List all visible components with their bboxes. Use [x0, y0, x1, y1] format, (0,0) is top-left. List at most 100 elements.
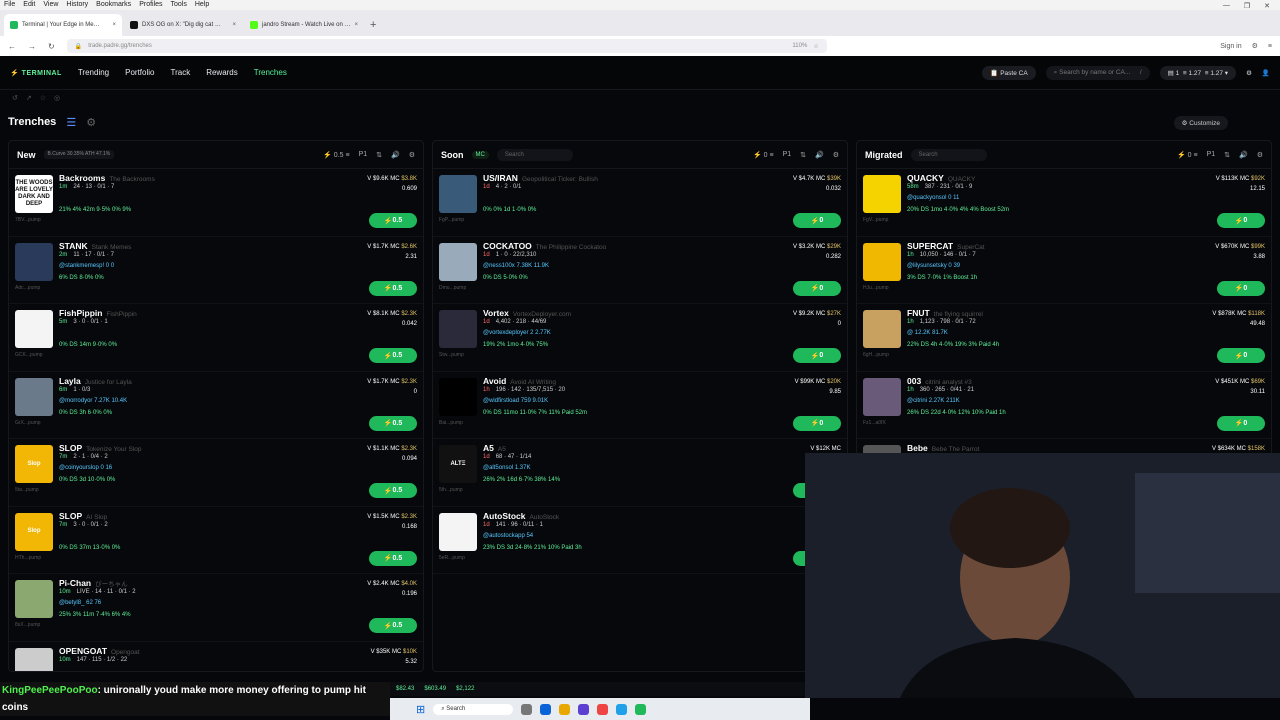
- back-icon[interactable]: ←: [8, 42, 16, 51]
- preset-selector[interactable]: P1: [783, 151, 792, 159]
- token-address[interactable]: Bai...pump: [439, 420, 463, 426]
- token-avatar[interactable]: THE WOODS ARE LOVELY DARK AND DEEP: [15, 175, 53, 213]
- token-address[interactable]: HJu...pump: [863, 285, 889, 291]
- settings-icon[interactable]: ⚙: [1246, 69, 1252, 77]
- browser-tab[interactable]: Terminal | Your Edge in Me… ×: [4, 14, 122, 36]
- quick-buy-button[interactable]: ⚡ 0.5: [369, 483, 417, 498]
- token-avatar[interactable]: ALTΞ: [439, 445, 477, 483]
- nav-trending[interactable]: Trending: [78, 68, 109, 77]
- token-address[interactable]: 8sX...pump: [15, 622, 40, 628]
- app-icon[interactable]: [540, 703, 552, 715]
- zoom-level[interactable]: 110%: [792, 43, 807, 49]
- token-row[interactable]: THE WOODS ARE LOVELY DARK AND DEEP 7BV...…: [9, 169, 423, 237]
- token-address[interactable]: Dmu...pump: [439, 285, 466, 291]
- mc-filter-tag[interactable]: MC: [471, 150, 489, 159]
- menu-item-edit[interactable]: Edit: [23, 1, 35, 9]
- twitter-handle[interactable]: @coinyourslop 0 16: [59, 465, 112, 471]
- token-address[interactable]: 5th...pump: [439, 487, 463, 493]
- nav-trenches[interactable]: Trenches: [254, 68, 287, 77]
- token-row[interactable]: ALTΞ 5th...pump A5 A5 1d 68 · 47 · 1/14 @alt5o…: [433, 439, 847, 507]
- token-avatar[interactable]: [15, 647, 53, 671]
- token-avatar[interactable]: Slop: [15, 512, 53, 551]
- address-bar[interactable]: 🔒 trade.padre.gg/trenches 110% ☆: [66, 39, 827, 53]
- token-address[interactable]: GCK...pump: [15, 352, 43, 358]
- token-row[interactable]: Dmu...pump COCKATOO The Philippine Cockato…: [433, 237, 847, 304]
- filter-icon[interactable]: ⇅: [376, 151, 382, 159]
- token-address[interactable]: 6gH...pump: [863, 352, 889, 358]
- taskbar-search[interactable]: ⌕ Search: [433, 703, 514, 715]
- chart-icon[interactable]: ↗: [26, 94, 32, 102]
- filter-icon[interactable]: ⇅: [1224, 151, 1230, 159]
- app-icon[interactable]: [635, 703, 647, 715]
- quick-buy-button[interactable]: ⚡ 0.5: [369, 280, 417, 296]
- quick-buy-button[interactable]: ⚡ 0.5: [369, 550, 417, 566]
- signin-button[interactable]: Sign in: [1220, 43, 1241, 50]
- app-icon[interactable]: [616, 703, 628, 715]
- token-avatar[interactable]: [15, 377, 53, 416]
- token-avatar[interactable]: [863, 242, 901, 281]
- token-row[interactable]: GCK...pump FishPippin FishPippin 5m 3 · 0 · …: [9, 304, 423, 372]
- twitter-handle[interactable]: @vortexdeployer 2 2.77K: [483, 330, 551, 336]
- quick-buy-amount[interactable]: ⚡ 0 ≡: [1177, 151, 1198, 159]
- token-row[interactable]: Slop 5ta...pump SLOP Tokenize Your Slop 7m 2 …: [9, 439, 423, 507]
- nav-rewards[interactable]: Rewards: [206, 68, 238, 77]
- gear-icon[interactable]: ⚙: [86, 116, 96, 129]
- token-address[interactable]: Adc...pump: [15, 285, 40, 291]
- quick-buy-amount[interactable]: ⚡ 0.5 ≡: [323, 151, 349, 159]
- new-tab-icon[interactable]: +: [364, 19, 382, 36]
- sound-icon[interactable]: 🔊: [391, 151, 400, 159]
- token-avatar[interactable]: [439, 175, 477, 213]
- nav-portfolio[interactable]: Portfolio: [125, 68, 154, 77]
- token-avatar[interactable]: [439, 242, 477, 281]
- menu-item-help[interactable]: Help: [195, 1, 209, 9]
- sound-icon[interactable]: 🔊: [815, 151, 824, 159]
- quick-buy-button[interactable]: ⚡ 0: [793, 348, 841, 363]
- token-avatar[interactable]: [863, 377, 901, 416]
- close-icon[interactable]: ×: [232, 22, 236, 28]
- menu-item-profiles[interactable]: Profiles: [139, 1, 162, 9]
- browser-tab[interactable]: jandro Stream - Watch Live on … ×: [244, 14, 362, 36]
- app-icon[interactable]: [521, 703, 533, 715]
- filter-icon[interactable]: ⇅: [800, 151, 806, 159]
- token-row[interactable]: GrX...pump Layla Justice for Layla 6m 1 · 0/…: [9, 372, 423, 439]
- quick-buy-button[interactable]: ⚡ 0: [1217, 213, 1265, 228]
- paste-ca-button[interactable]: 📋 Paste CA: [982, 65, 1036, 80]
- terminal-logo[interactable]: ⚡ TERMINAL: [10, 69, 62, 77]
- twitter-handle[interactable]: @lilysunsetsky 0 39: [907, 263, 960, 269]
- twitter-handle[interactable]: @ 12.2K 81.7K: [907, 330, 948, 336]
- menu-item-bookmarks[interactable]: Bookmarks: [96, 1, 131, 9]
- customize-button[interactable]: ⚙ Customize: [1173, 116, 1228, 130]
- reload-icon[interactable]: ↻: [48, 42, 55, 51]
- token-address[interactable]: FgP...pump: [439, 217, 464, 223]
- global-search-input[interactable]: ⌕ Search by name or CA... /: [1045, 65, 1150, 80]
- token-row[interactable]: Adc...pump STANK Stank Memes 2m 11 · 17 · 0/…: [9, 237, 423, 304]
- twitter-handle[interactable]: @morrodyor 7.27K 10.4K: [59, 398, 127, 404]
- menu-item-view[interactable]: View: [43, 1, 58, 9]
- sound-icon[interactable]: 🔊: [1239, 151, 1248, 159]
- twitter-handle[interactable]: @citrini 2.27K 211K: [907, 398, 960, 404]
- token-avatar[interactable]: [439, 512, 477, 551]
- profile-icon[interactable]: 👤: [1262, 69, 1270, 77]
- token-avatar[interactable]: [15, 242, 53, 281]
- token-avatar[interactable]: [15, 580, 53, 618]
- token-row[interactable]: Fz1...a0fX 003 citrini analyst #3 1h 360 · 2…: [857, 372, 1271, 439]
- windows-icon[interactable]: ⊞: [416, 703, 425, 716]
- token-address[interactable]: 5eR...pump: [439, 555, 465, 561]
- token-address[interactable]: 7BV...pump: [15, 217, 41, 223]
- forward-icon[interactable]: →: [28, 42, 36, 51]
- token-address[interactable]: GrX...pump: [15, 420, 41, 426]
- menu-item-file[interactable]: File: [4, 1, 15, 9]
- history-icon[interactable]: ↺: [12, 94, 18, 102]
- twitter-handle[interactable]: @quackyonsol 0 11: [907, 195, 959, 201]
- quick-buy-button[interactable]: ⚡ 0: [1217, 280, 1265, 296]
- token-avatar[interactable]: [439, 377, 477, 416]
- token-avatar[interactable]: Slop: [15, 445, 53, 483]
- column-search-input[interactable]: Search: [910, 148, 987, 161]
- quick-buy-button[interactable]: ⚡ 0: [793, 213, 841, 228]
- twitter-handle[interactable]: @ness100x 7.38K 11.9K: [483, 263, 549, 269]
- token-address[interactable]: Stw...pump: [439, 352, 464, 358]
- token-address[interactable]: Fz1...a0fX: [863, 420, 886, 426]
- app-icon[interactable]: [578, 703, 590, 715]
- quick-buy-button[interactable]: ⚡ 0: [1217, 415, 1265, 431]
- token-avatar[interactable]: [439, 310, 477, 348]
